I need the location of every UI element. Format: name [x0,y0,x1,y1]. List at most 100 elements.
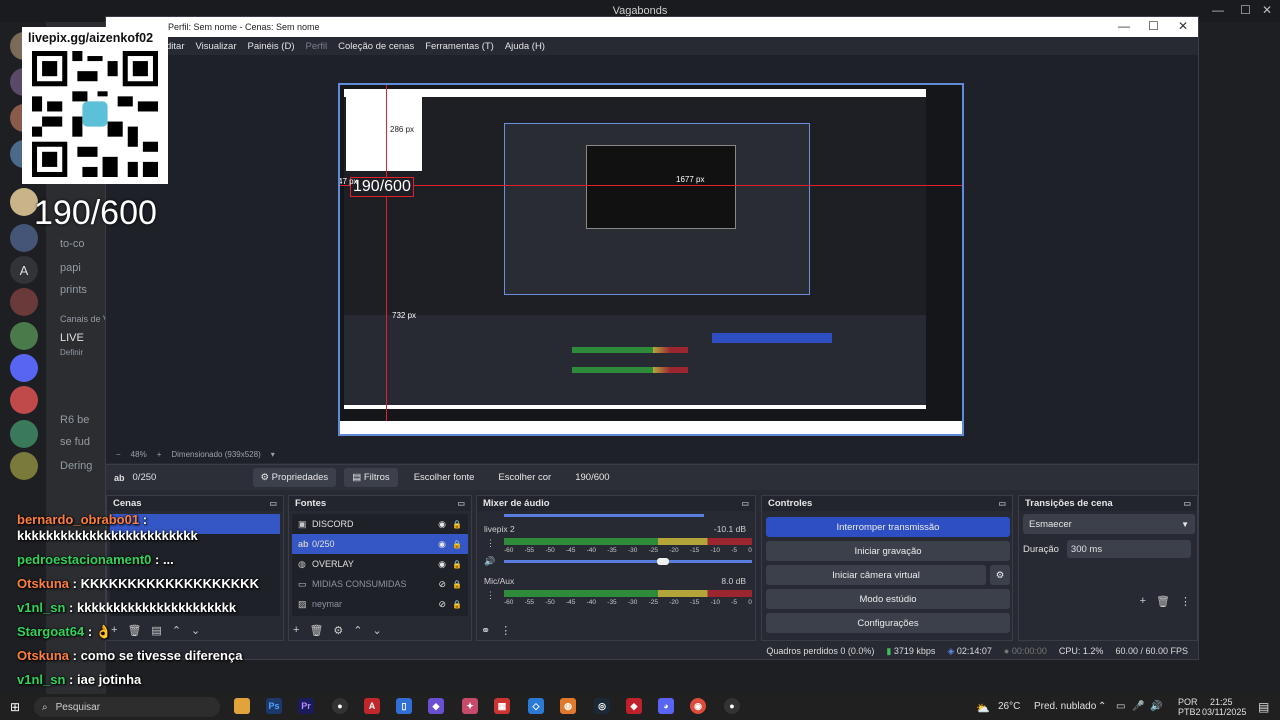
dock-menu-icon[interactable]: ▭ [457,499,465,508]
clock-date[interactable]: 03/11/2025 [1202,707,1246,717]
zoom-minus-icon[interactable]: − [116,450,121,459]
lock-icon[interactable]: 🔒 [452,520,462,529]
menu-profile[interactable]: Perfil [306,41,328,52]
menu-view[interactable]: Visualizar [195,41,236,52]
eye-icon[interactable]: ◉ [438,559,446,570]
discord-icon[interactable]: ◕ [658,698,674,714]
server-icon[interactable] [10,452,38,480]
weather-temp[interactable]: 26°C [998,701,1020,712]
preview-canvas[interactable]: 190/600 1677 px 732 px 286 px 47 px [338,83,964,436]
menu-scene-collection[interactable]: Coleção de cenas [338,41,414,52]
chevron-down-icon[interactable]: ▾ [271,450,275,459]
zoom-plus-icon[interactable]: + [157,450,162,459]
channel-item[interactable]: prints [60,284,87,296]
preview-resolution[interactable]: Dimensionado (939x528) [171,450,260,459]
studio-mode-button[interactable]: Modo estúdio [766,589,1010,609]
channel-item[interactable]: LIVE [60,332,84,344]
add-icon[interactable]: + [1140,595,1146,608]
minimize-icon[interactable]: — [1118,19,1130,33]
kebab-icon[interactable]: ⋮ [1180,595,1191,608]
link-icon[interactable]: ⚭ [481,624,490,637]
language-code[interactable]: POR [1178,697,1198,707]
volume-slider[interactable] [504,514,704,517]
maximize-icon[interactable]: ☐ [1148,19,1159,33]
weather-icon[interactable]: ⛅ [976,702,990,715]
mic-icon[interactable]: 🎤 [1132,701,1144,712]
chevron-up-icon[interactable]: ⌃ [1098,701,1106,712]
eye-icon[interactable]: ◉ [438,519,446,530]
server-icon[interactable] [10,322,38,350]
source-item[interactable]: ▭ MIDIAS CONSUMIDAS ⊘ 🔒 [292,574,468,594]
start-recording-button[interactable]: Iniciar gravação [766,541,1010,561]
channel-item[interactable]: R6 be [60,414,89,426]
channel-item[interactable]: se fud [60,436,90,448]
channel-item[interactable]: to-co [60,238,84,250]
speaker-icon[interactable]: 🔊 [484,556,495,567]
volume-slider[interactable] [504,560,752,563]
app-icon[interactable]: ✦ [462,698,478,714]
clock-time[interactable]: 21:25 [1210,697,1233,707]
gear-icon[interactable]: ⚙ [990,565,1010,585]
volume-icon[interactable]: 🔊 [1150,701,1162,712]
notepad-icon[interactable]: ▯ [396,698,412,714]
stop-streaming-button[interactable]: Interromper transmissão [766,517,1010,537]
source-item[interactable]: ab 0/250 ◉ 🔒 [292,534,468,554]
lock-icon[interactable]: 🔒 [452,560,462,569]
menu-help[interactable]: Ajuda (H) [505,41,545,52]
minimize-icon[interactable]: — [1212,3,1224,17]
close-icon[interactable]: ✕ [1262,3,1272,17]
trash-icon[interactable]: 🗑 [309,624,323,637]
source-item[interactable]: ▣ DISCORD ◉ 🔒 [292,514,468,534]
eye-off-icon[interactable]: ⊘ [438,579,446,590]
eye-off-icon[interactable]: ⊘ [438,599,446,610]
duration-input[interactable]: 300 ms [1066,540,1191,558]
lock-icon[interactable]: 🔒 [452,580,462,589]
server-icon[interactable] [10,386,38,414]
dock-menu-icon[interactable]: ▭ [269,499,277,508]
windows-start-icon[interactable]: ⊞ [10,700,20,714]
steam-icon[interactable]: ◎ [594,698,610,714]
notifications-icon[interactable]: ▤ [1258,700,1269,714]
app-icon[interactable]: ◇ [528,698,544,714]
server-icon[interactable] [10,420,38,448]
dock-menu-icon[interactable]: ▭ [741,499,749,508]
text-value[interactable]: 190/600 [567,468,617,487]
source-item[interactable]: ◍ OVERLAY ◉ 🔒 [292,554,468,574]
app-icon[interactable]: ◆ [428,698,444,714]
choose-color-button[interactable]: Escolher cor [490,468,559,487]
chrome-icon[interactable]: ◉ [690,698,706,714]
weather-desc[interactable]: Pred. nublado [1034,701,1096,712]
lock-icon[interactable]: 🔒 [452,600,462,609]
start-virtual-camera-button[interactable]: Iniciar câmera virtual [766,565,986,585]
file-explorer-icon[interactable] [234,698,250,714]
settings-button[interactable]: Configurações [766,613,1010,633]
obs-icon[interactable]: ● [724,698,740,714]
channel-item[interactable]: Dering [60,460,92,472]
obs-icon[interactable]: ● [332,698,348,714]
dock-menu-icon[interactable]: ▭ [1183,499,1191,508]
menu-tools[interactable]: Ferramentas (T) [425,41,494,52]
channel-category[interactable]: Canais de V [60,314,106,324]
acrobat-icon[interactable]: A [364,698,380,714]
server-icon[interactable] [10,288,38,316]
source-item[interactable]: ▨ neymar ⊘ 🔒 [292,594,468,614]
chevron-up-icon[interactable]: ⌃ [353,624,362,637]
menu-edit[interactable]: ditar [166,41,184,52]
channel-item[interactable]: papi [60,262,81,274]
trash-icon[interactable]: 🗑 [1156,595,1170,608]
app-icon[interactable]: ▦ [494,698,510,714]
preview-area[interactable]: 190/600 1677 px 732 px 286 px 47 px [106,55,1198,463]
premiere-icon[interactable]: Pr [298,698,314,714]
keyboard-layout[interactable]: PTB2 [1178,707,1201,717]
kebab-icon[interactable]: ⋮ [486,590,495,601]
network-icon[interactable]: ▭ [1116,701,1125,712]
eye-icon[interactable]: ◉ [438,539,446,550]
properties-button[interactable]: ⚙ Propriedades [252,468,337,487]
choose-font-button[interactable]: Escolher fonte [406,468,483,487]
gear-icon[interactable]: ⚙ [333,624,343,637]
server-icon[interactable]: A [10,256,38,284]
close-icon[interactable]: ✕ [1178,19,1188,33]
maximize-icon[interactable]: ☐ [1240,3,1251,17]
channel-item[interactable]: Definir [60,348,83,357]
server-icon[interactable] [10,354,38,382]
